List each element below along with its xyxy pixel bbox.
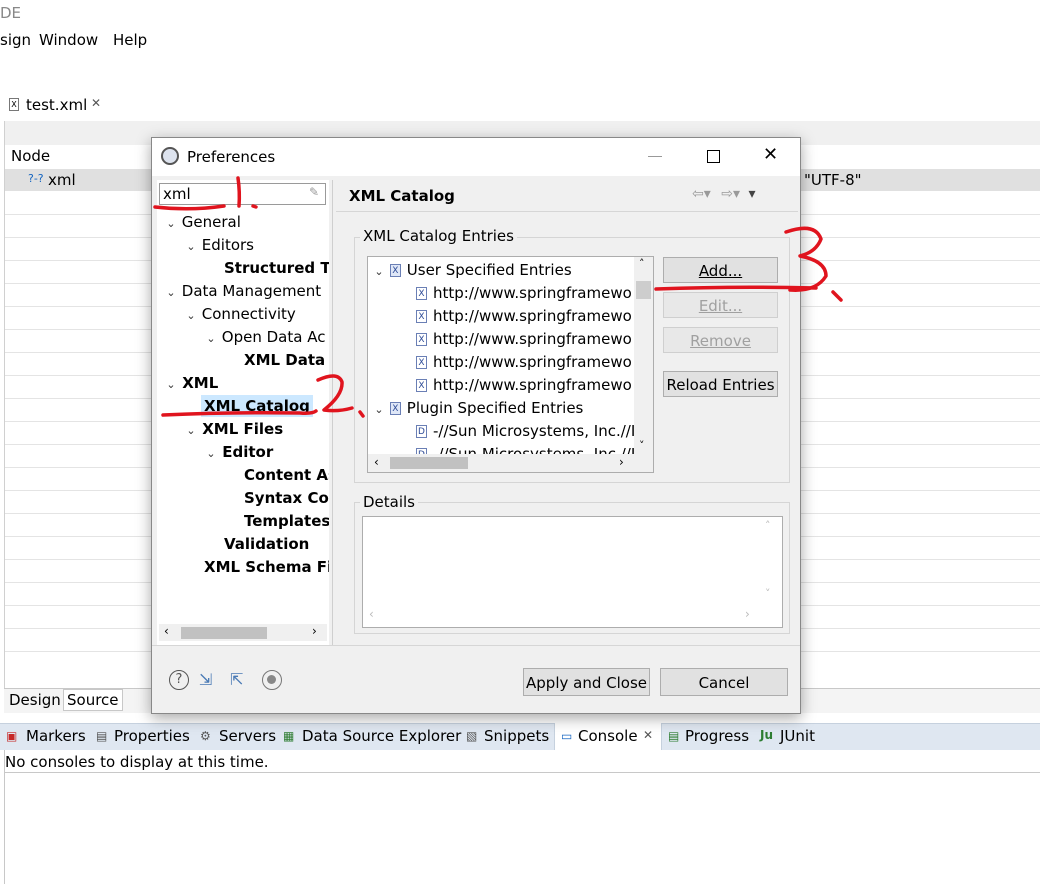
annotation-stroke-1 bbox=[236, 176, 242, 208]
annotation-dot-3 bbox=[831, 290, 843, 302]
annotation-underline-1 bbox=[153, 204, 226, 211]
annotation-dot-1 bbox=[251, 204, 258, 209]
annotation-underline-2 bbox=[161, 409, 318, 417]
annotation-stroke-2 bbox=[316, 374, 354, 413]
annotation-stroke-3 bbox=[784, 226, 828, 292]
annotation-overlay bbox=[153, 176, 843, 418]
annotation-dot-2 bbox=[358, 410, 365, 418]
